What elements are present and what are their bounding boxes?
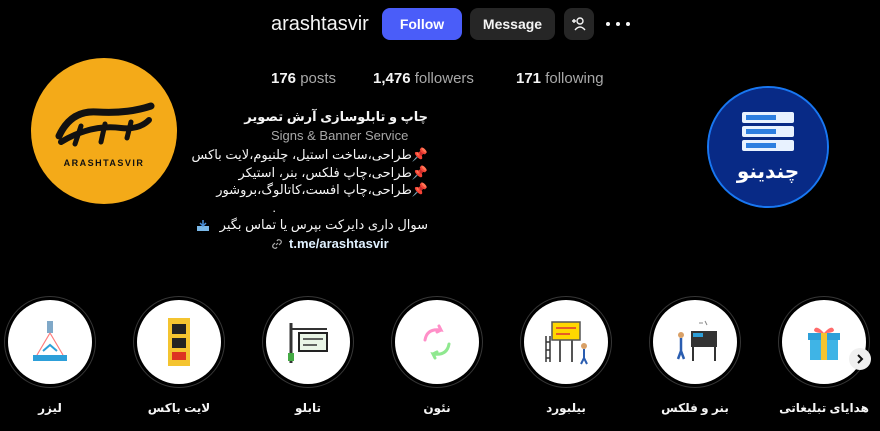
avatar-caption: ARASHTASVIR bbox=[64, 158, 145, 168]
highlight-label: نئون bbox=[423, 401, 451, 415]
server-icon: چندینو bbox=[709, 88, 827, 206]
signboard-icon bbox=[288, 323, 328, 363]
following-count[interactable]: 171 following bbox=[516, 70, 604, 87]
profile-full-name: چاپ و تابلوسازی آرش تصویر bbox=[244, 109, 428, 124]
highlight-signboard[interactable] bbox=[266, 300, 350, 384]
profile-avatar[interactable]: ARASHTASVIR bbox=[31, 58, 177, 204]
highlight-banner[interactable] bbox=[653, 300, 737, 384]
billboard-icon bbox=[545, 321, 588, 365]
highlight-label: لیزر bbox=[38, 401, 62, 415]
profile-username: arashtasvir bbox=[271, 13, 369, 35]
bio-line: 📌طراحی،چاپ فلکس، بنر، استیکر bbox=[238, 165, 428, 180]
chandino-badge: چندینو bbox=[709, 88, 827, 206]
highlight-label: بیلبورد bbox=[546, 401, 586, 415]
highlight-label: لایت باکس bbox=[147, 401, 211, 415]
external-link[interactable]: t.me/arashtasvir bbox=[271, 236, 389, 251]
add-user-icon bbox=[572, 17, 586, 31]
neon-icon bbox=[423, 324, 451, 360]
lightbox-icon bbox=[168, 318, 190, 366]
profile-category: Signs & Banner Service bbox=[271, 128, 409, 143]
highlight-label: تابلو bbox=[295, 401, 321, 415]
inbox-tray-icon bbox=[197, 219, 210, 231]
suggest-users-button[interactable] bbox=[564, 8, 594, 40]
pin-icon: 📌 bbox=[411, 182, 428, 197]
arash-logo-icon: ARASHTASVIR bbox=[55, 102, 155, 168]
bio-line: 📌طراحی،چاپ افست،کاتالوگ،بروشور bbox=[216, 182, 428, 197]
pin-icon: 📌 bbox=[411, 147, 428, 162]
gift-icon bbox=[808, 327, 840, 360]
highlight-neon[interactable] bbox=[395, 300, 479, 384]
bio-line: 📌طراحی،ساخت استیل، چلنیوم،لایت باکس bbox=[191, 147, 428, 162]
highlight-label: بنر و فلکس bbox=[661, 401, 729, 415]
highlight-laser[interactable] bbox=[8, 300, 92, 384]
badge-caption: چندینو bbox=[736, 159, 799, 184]
highlights-next-button[interactable] bbox=[849, 348, 871, 370]
highlight-label: هدایای تبلیغاتی bbox=[779, 401, 869, 415]
posts-count: 176 posts bbox=[271, 70, 337, 87]
highlight-gifts[interactable] bbox=[782, 300, 866, 384]
link-icon bbox=[272, 238, 282, 249]
pin-icon: 📌 bbox=[411, 165, 428, 180]
highlight-billboard[interactable] bbox=[524, 300, 608, 384]
bio-line: سوال داری دایرکت بپرس یا تماس بگیر bbox=[196, 217, 428, 233]
more-options-icon[interactable] bbox=[606, 14, 630, 34]
laser-icon bbox=[33, 321, 67, 361]
followers-count[interactable]: 1,476 followers bbox=[373, 70, 474, 87]
follow-button[interactable]: Follow bbox=[382, 8, 462, 40]
chevron-right-icon bbox=[857, 354, 864, 364]
highlight-lightbox[interactable] bbox=[137, 300, 221, 384]
message-button[interactable]: Message bbox=[470, 8, 555, 40]
bio-line: . bbox=[272, 200, 276, 215]
banner-icon bbox=[676, 320, 717, 361]
